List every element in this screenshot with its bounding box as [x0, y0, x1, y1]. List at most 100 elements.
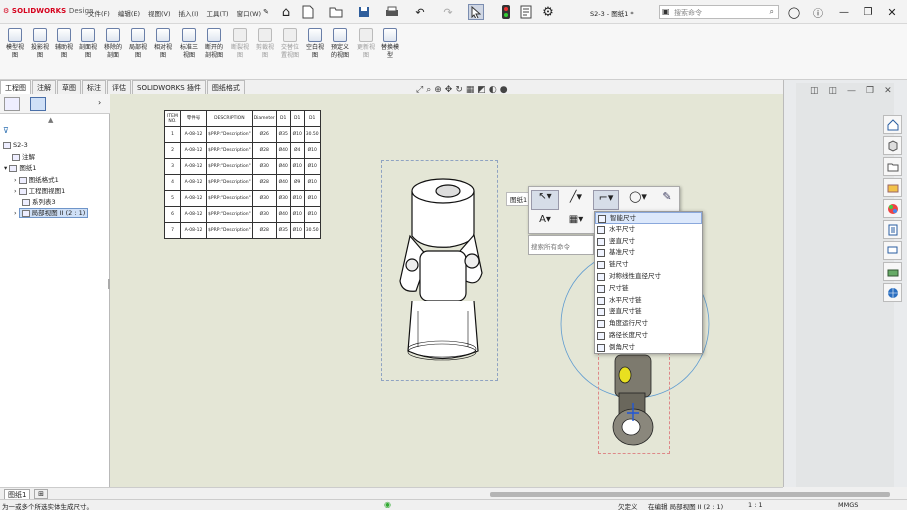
dropdown-item[interactable]: 路径长度尺寸: [595, 330, 702, 342]
dropdown-item[interactable]: 尺寸链: [595, 283, 702, 295]
pane-back-icon[interactable]: ◫: [810, 86, 819, 96]
minimize-icon[interactable]: —: [836, 4, 852, 20]
command-button[interactable]: 模型视 图: [3, 26, 27, 76]
dropdown-item[interactable]: 竖直尺寸链: [595, 306, 702, 318]
command-button[interactable]: 移除的 剖面: [101, 26, 125, 76]
table-row[interactable]: 7 A-08-12 $PRP:"Description" Ø28 Ø35 Ø10 30.50: [164, 222, 321, 239]
menu-tools[interactable]: 工具(T): [207, 8, 229, 18]
command-button[interactable]: 剪裁视 图: [253, 26, 277, 76]
tab-addins[interactable]: SOLIDWORKS 插件: [132, 80, 206, 94]
add-sheet-icon[interactable]: ⊞: [34, 489, 48, 499]
command-button[interactable]: 投影视 图: [28, 26, 52, 76]
file-properties-icon[interactable]: [518, 4, 534, 20]
section-view-icon[interactable]: ▦: [466, 85, 475, 95]
display-style-icon[interactable]: ◩: [477, 85, 486, 95]
menu-edit[interactable]: 编辑(E): [118, 8, 140, 18]
redo-icon[interactable]: ↷: [440, 4, 456, 20]
command-button[interactable]: 交替位 置视图: [278, 26, 302, 76]
dropdown-item[interactable]: 水平尺寸链: [595, 295, 702, 307]
tree-root[interactable]: S2-3: [3, 140, 28, 151]
model-items-icon[interactable]: ✎: [657, 190, 677, 210]
command-button[interactable]: 替换模 型: [378, 26, 402, 76]
status-units[interactable]: MMGS: [838, 501, 858, 509]
command-button[interactable]: 断裂视 图: [228, 26, 252, 76]
dropdown-item[interactable]: 智能尺寸: [595, 212, 702, 224]
horizontal-scrollbar[interactable]: [490, 492, 890, 497]
print-icon[interactable]: [384, 4, 400, 20]
drawing-view-1[interactable]: [381, 160, 498, 381]
command-button[interactable]: 局部视 图: [126, 26, 150, 76]
pane-close-icon[interactable]: ✕: [884, 86, 892, 96]
custom-properties-icon[interactable]: [883, 220, 902, 239]
command-button[interactable]: 预定义 的视图: [328, 26, 352, 76]
help-icon[interactable]: ⓘ: [810, 4, 826, 20]
menu-insert[interactable]: 插入(I): [179, 8, 199, 18]
forum-icon[interactable]: [883, 241, 902, 260]
tree-item-sheet-format1[interactable]: › 图纸格式1: [14, 175, 59, 186]
tree-item-sheet1[interactable]: ▾ 图纸1: [4, 163, 36, 174]
undo-icon[interactable]: ↶: [412, 4, 428, 20]
tree-item-series-table3[interactable]: 系列表3: [22, 197, 56, 208]
pane-minimize-icon[interactable]: —: [847, 86, 856, 96]
table-row[interactable]: 3 A-08-12 $PRP:"Description" Ø30 Ø40 Ø10 Ø10: [164, 158, 321, 175]
close-icon[interactable]: ✕: [884, 4, 900, 20]
select-arrow-icon[interactable]: [468, 4, 484, 20]
table-tool-icon[interactable]: ▦▾: [563, 214, 589, 232]
command-button[interactable]: 空白视 图: [303, 26, 327, 76]
traffic-light-icon[interactable]: [498, 4, 514, 20]
user-icon[interactable]: ◯: [786, 4, 802, 20]
smart-dimension-icon[interactable]: ⌐▾: [593, 190, 619, 210]
table-row[interactable]: 4 A-08-12 $PRP:"Description" Ø28 Ø40 Ø9 Ø10: [164, 174, 321, 191]
pane-restore-icon[interactable]: ❐: [866, 86, 874, 96]
table-row[interactable]: 6 A-08-12 $PRP:"Description" Ø30 Ø40 Ø10 Ø10: [164, 206, 321, 223]
tree-item-annotations[interactable]: 注解: [12, 152, 35, 163]
dropdown-item[interactable]: 角度运行尺寸: [595, 318, 702, 330]
home-icon[interactable]: [883, 115, 902, 134]
save-icon[interactable]: [356, 4, 372, 20]
property-tab-icon[interactable]: [30, 97, 46, 111]
detail-view-ii[interactable]: [598, 352, 670, 454]
table-row[interactable]: 2 A-08-12 $PRP:"Description" Ø28 Ø40 Ø4 Ø10: [164, 142, 321, 159]
home-icon[interactable]: ⌂: [278, 4, 294, 20]
dropdown-item[interactable]: 链尺寸: [595, 259, 702, 271]
filter-icon[interactable]: ⊽: [3, 126, 9, 135]
appearances-icon[interactable]: [883, 199, 902, 218]
zoom-fit-icon[interactable]: ⤢: [416, 85, 423, 95]
globe-icon[interactable]: [883, 283, 902, 302]
dropdown-item[interactable]: 竖直尺寸: [595, 236, 702, 248]
3d-content-icon[interactable]: [883, 136, 902, 155]
design-library-icon[interactable]: [883, 157, 902, 176]
context-search-input[interactable]: 搜索所有命令: [528, 235, 594, 255]
tab-markup[interactable]: 标注: [82, 80, 106, 94]
menu-file[interactable]: 文件(F): [88, 8, 110, 18]
status-scale[interactable]: 1 : 1: [748, 501, 763, 509]
zoom-area-icon[interactable]: ⌕: [426, 85, 431, 95]
tab-sheet-format[interactable]: 图纸格式: [206, 80, 245, 94]
command-button[interactable]: 断开的 剖视图: [202, 26, 226, 76]
appearance-icon[interactable]: ●: [500, 85, 508, 95]
chevron-right-icon[interactable]: ›: [98, 98, 101, 107]
dropdown-item[interactable]: 对称线性直径尺寸: [595, 271, 702, 283]
rotate-icon[interactable]: ↻: [455, 85, 463, 95]
tree-item-detail-view[interactable]: › 局部视图 II (2 : 1): [14, 208, 89, 219]
series-table[interactable]: ITEM NO. 零件号 DESCRIPTION Diameter D1 D1 …: [164, 110, 321, 239]
zoom-in-icon[interactable]: ⊕: [434, 85, 442, 95]
select-tool-icon[interactable]: ↖▾: [531, 190, 559, 210]
search-magnifier-icon[interactable]: ⌕: [770, 7, 774, 17]
pan-icon[interactable]: ✥: [445, 85, 453, 95]
command-button[interactable]: 辅助视 图: [52, 26, 76, 76]
pane-forward-icon[interactable]: ◫: [829, 86, 838, 96]
collapse-arrow-icon[interactable]: ▲: [48, 116, 53, 124]
line-tool-icon[interactable]: ╱▾: [563, 190, 589, 210]
new-doc-icon[interactable]: [300, 4, 316, 20]
feature-tree-tab-icon[interactable]: [4, 97, 20, 111]
command-button[interactable]: 更新视 图: [354, 26, 378, 76]
command-button[interactable]: 剖面视 图: [76, 26, 100, 76]
toolbox-icon[interactable]: [883, 262, 902, 281]
command-button[interactable]: 相对视 图: [151, 26, 175, 76]
dropdown-item[interactable]: 倒角尺寸: [595, 342, 702, 354]
dropdown-item[interactable]: 基准尺寸: [595, 247, 702, 259]
tab-drawing[interactable]: 工程图: [0, 80, 31, 94]
tree-item-drawing-view1[interactable]: › 工程图视图1: [14, 186, 65, 197]
menu-view[interactable]: 视图(V): [148, 8, 171, 18]
